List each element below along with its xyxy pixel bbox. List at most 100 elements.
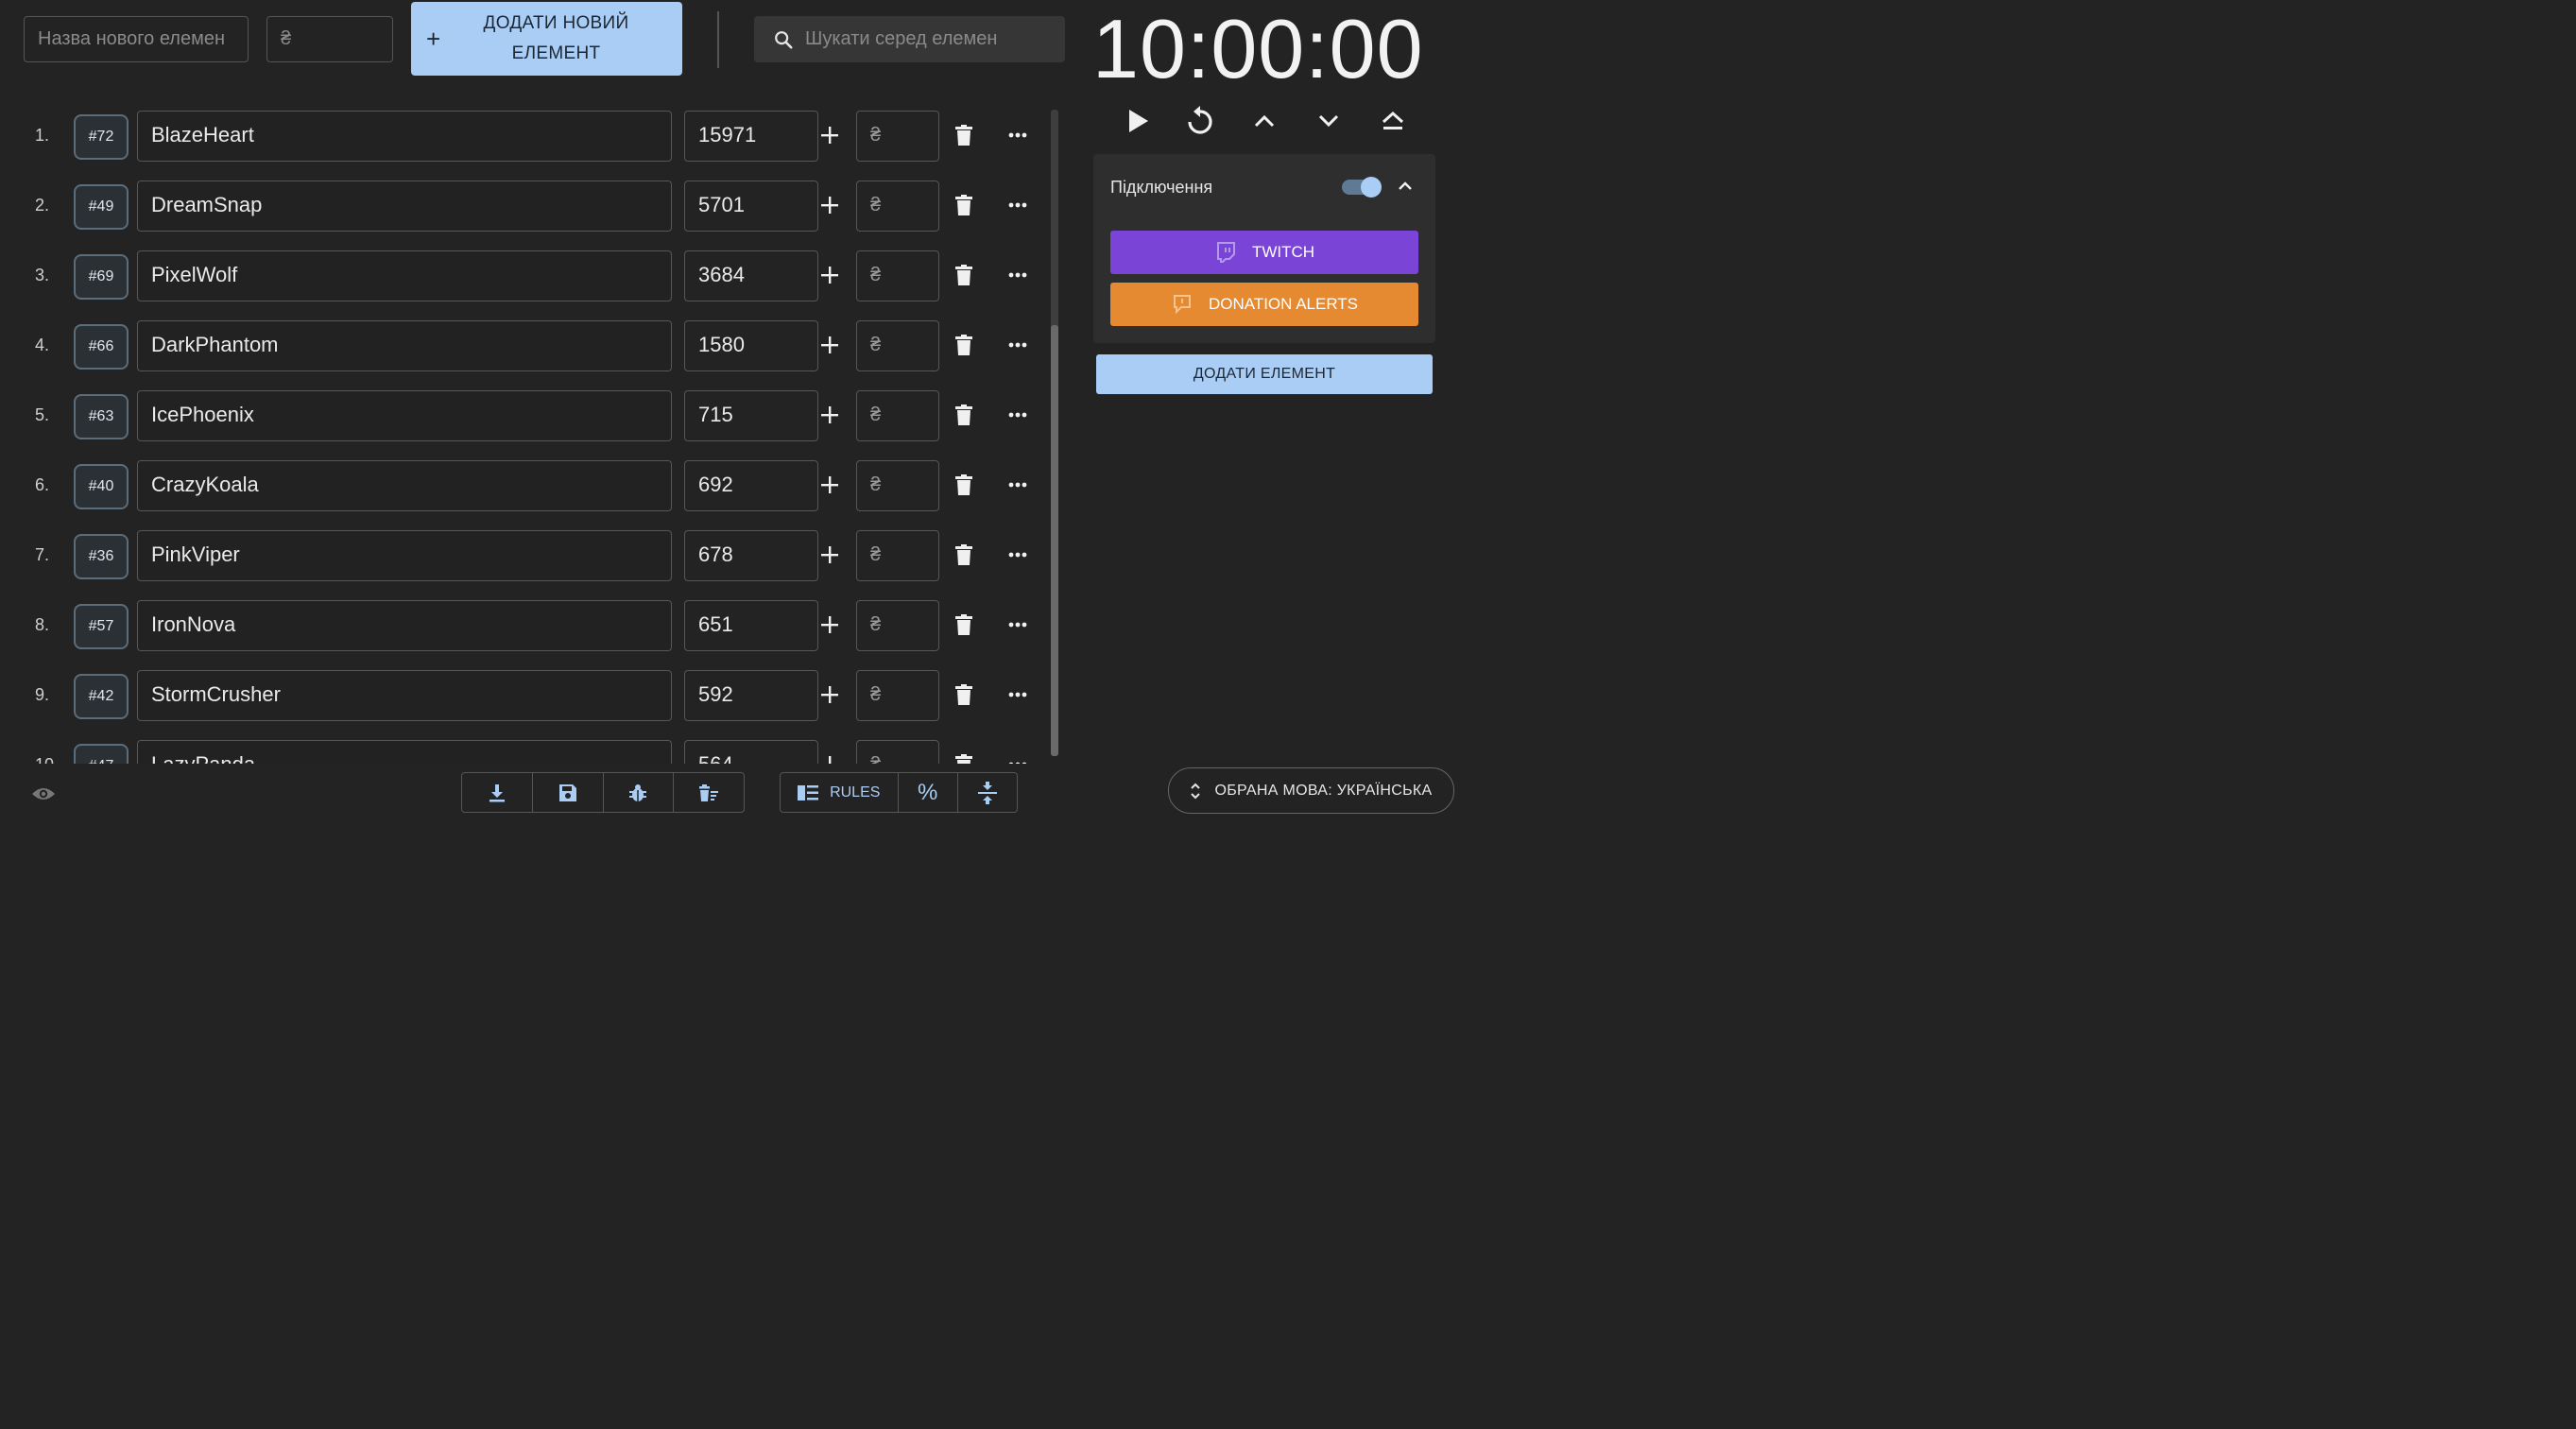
item-id-badge[interactable]: #72 bbox=[74, 114, 129, 160]
bug-icon[interactable] bbox=[604, 773, 675, 812]
trash-icon[interactable] bbox=[951, 530, 977, 579]
percent-button[interactable]: % bbox=[899, 773, 958, 812]
add-element-button[interactable]: ДОДАТИ ЕЛЕМЕНТ bbox=[1096, 354, 1433, 394]
clear-list-icon[interactable] bbox=[674, 773, 744, 812]
download-icon[interactable] bbox=[462, 773, 533, 812]
toolbar-divider bbox=[717, 11, 719, 68]
chevron-down-icon[interactable] bbox=[1312, 104, 1346, 138]
unfold-icon bbox=[1191, 783, 1201, 799]
item-amount-field[interactable]: 564 bbox=[684, 740, 818, 764]
trash-icon[interactable] bbox=[951, 320, 977, 370]
add-amount-icon[interactable] bbox=[816, 670, 843, 719]
add-amount-icon[interactable] bbox=[816, 530, 843, 579]
add-amount-icon[interactable] bbox=[816, 181, 843, 230]
item-name-field[interactable]: StormCrusher bbox=[137, 670, 672, 721]
eject-icon[interactable] bbox=[1376, 104, 1410, 138]
trash-icon[interactable] bbox=[951, 250, 977, 300]
language-select-button[interactable]: ОБРАНА МОВА: УКРАЇНСЬКА bbox=[1168, 767, 1454, 814]
item-name-field[interactable]: BlazeHeart bbox=[137, 111, 672, 162]
twitch-button[interactable]: TWITCH bbox=[1110, 231, 1418, 274]
item-amount-field[interactable]: 3684 bbox=[684, 250, 818, 301]
trash-icon[interactable] bbox=[951, 670, 977, 719]
item-add-amount-input[interactable]: ₴ bbox=[856, 181, 939, 232]
more-options-icon[interactable] bbox=[1004, 530, 1032, 579]
trash-icon[interactable] bbox=[951, 390, 977, 439]
add-amount-icon[interactable] bbox=[816, 111, 843, 160]
more-options-icon[interactable] bbox=[1004, 600, 1032, 649]
item-id-badge[interactable]: #49 bbox=[74, 184, 129, 230]
item-name-field[interactable]: DarkPhantom bbox=[137, 320, 672, 371]
more-options-icon[interactable] bbox=[1004, 250, 1032, 300]
more-options-icon[interactable] bbox=[1004, 670, 1032, 719]
add-amount-icon[interactable] bbox=[816, 320, 843, 370]
trash-icon[interactable] bbox=[951, 111, 977, 160]
item-add-amount-input[interactable]: ₴ bbox=[856, 111, 939, 162]
item-amount-field[interactable]: 692 bbox=[684, 460, 818, 511]
item-add-amount-input[interactable]: ₴ bbox=[856, 320, 939, 371]
list-scrollbar-thumb[interactable] bbox=[1051, 325, 1058, 756]
add-amount-icon[interactable] bbox=[816, 600, 843, 649]
item-add-amount-input[interactable]: ₴ bbox=[856, 740, 939, 764]
eye-icon[interactable] bbox=[30, 783, 57, 805]
collapse-chevron-icon[interactable] bbox=[1394, 175, 1417, 198]
item-add-amount-input[interactable]: ₴ bbox=[856, 390, 939, 441]
item-name-field[interactable]: DreamSnap bbox=[137, 181, 672, 232]
add-amount-icon[interactable] bbox=[816, 390, 843, 439]
trash-icon[interactable] bbox=[951, 740, 977, 764]
item-name-field[interactable]: PixelWolf bbox=[137, 250, 672, 301]
more-options-icon[interactable] bbox=[1004, 390, 1032, 439]
item-id-badge[interactable]: #42 bbox=[74, 674, 129, 719]
restart-icon[interactable] bbox=[1183, 102, 1217, 140]
item-id-badge[interactable]: #69 bbox=[74, 254, 129, 300]
connections-toggle[interactable] bbox=[1342, 177, 1382, 198]
item-amount-field[interactable]: 5701 bbox=[684, 181, 818, 232]
save-icon[interactable] bbox=[533, 773, 604, 812]
item-id-badge[interactable]: #57 bbox=[74, 604, 129, 649]
new-item-name-input[interactable]: Назва нового елемен bbox=[24, 16, 249, 62]
list-scrollbar[interactable] bbox=[1051, 110, 1058, 756]
item-amount-field[interactable]: 715 bbox=[684, 390, 818, 441]
item-amount-field[interactable]: 678 bbox=[684, 530, 818, 581]
item-name-field[interactable]: IcePhoenix bbox=[137, 390, 672, 441]
item-add-amount-input[interactable]: ₴ bbox=[856, 530, 939, 581]
add-new-item-button[interactable]: + ДОДАТИ НОВИЙ ЕЛЕМЕНТ bbox=[411, 2, 682, 76]
item-name-field[interactable]: CrazyKoala bbox=[137, 460, 672, 511]
connections-header[interactable]: Підключення bbox=[1093, 154, 1435, 222]
play-icon[interactable] bbox=[1121, 104, 1155, 138]
search-input[interactable]: Шукати серед елемен bbox=[754, 16, 1065, 62]
more-options-icon[interactable] bbox=[1004, 460, 1032, 509]
item-id-badge[interactable]: #47 bbox=[74, 744, 129, 764]
item-id-badge[interactable]: #36 bbox=[74, 534, 129, 579]
add-amount-icon[interactable] bbox=[816, 740, 843, 764]
item-id-badge[interactable]: #63 bbox=[74, 394, 129, 439]
item-amount-field[interactable]: 1580 bbox=[684, 320, 818, 371]
more-options-icon[interactable] bbox=[1004, 740, 1032, 764]
trash-icon[interactable] bbox=[951, 600, 977, 649]
item-amount-field[interactable]: 15971 bbox=[684, 111, 818, 162]
item-rank: 9. bbox=[35, 685, 50, 704]
rules-button[interactable]: RULES bbox=[781, 773, 899, 812]
trash-icon[interactable] bbox=[951, 460, 977, 509]
item-add-amount-input[interactable]: ₴ bbox=[856, 670, 939, 721]
chevron-up-icon[interactable] bbox=[1247, 104, 1281, 138]
donation-alerts-button[interactable]: DONATION ALERTS bbox=[1110, 283, 1418, 326]
compress-icon[interactable] bbox=[958, 773, 1017, 812]
item-amount-field[interactable]: 651 bbox=[684, 600, 818, 651]
list-item: 8. #57 IronNova 651 ₴ bbox=[0, 600, 1039, 651]
add-amount-icon[interactable] bbox=[816, 460, 843, 509]
more-options-icon[interactable] bbox=[1004, 181, 1032, 230]
item-name-field[interactable]: LazyPanda bbox=[137, 740, 672, 764]
new-item-amount-input[interactable]: ₴ bbox=[266, 16, 393, 62]
more-options-icon[interactable] bbox=[1004, 111, 1032, 160]
item-id-badge[interactable]: #66 bbox=[74, 324, 129, 370]
item-add-amount-input[interactable]: ₴ bbox=[856, 460, 939, 511]
item-name-field[interactable]: IronNova bbox=[137, 600, 672, 651]
item-name-field[interactable]: PinkViper bbox=[137, 530, 672, 581]
add-amount-icon[interactable] bbox=[816, 250, 843, 300]
trash-icon[interactable] bbox=[951, 181, 977, 230]
item-amount-field[interactable]: 592 bbox=[684, 670, 818, 721]
item-add-amount-input[interactable]: ₴ bbox=[856, 250, 939, 301]
item-id-badge[interactable]: #40 bbox=[74, 464, 129, 509]
item-add-amount-input[interactable]: ₴ bbox=[856, 600, 939, 651]
more-options-icon[interactable] bbox=[1004, 320, 1032, 370]
